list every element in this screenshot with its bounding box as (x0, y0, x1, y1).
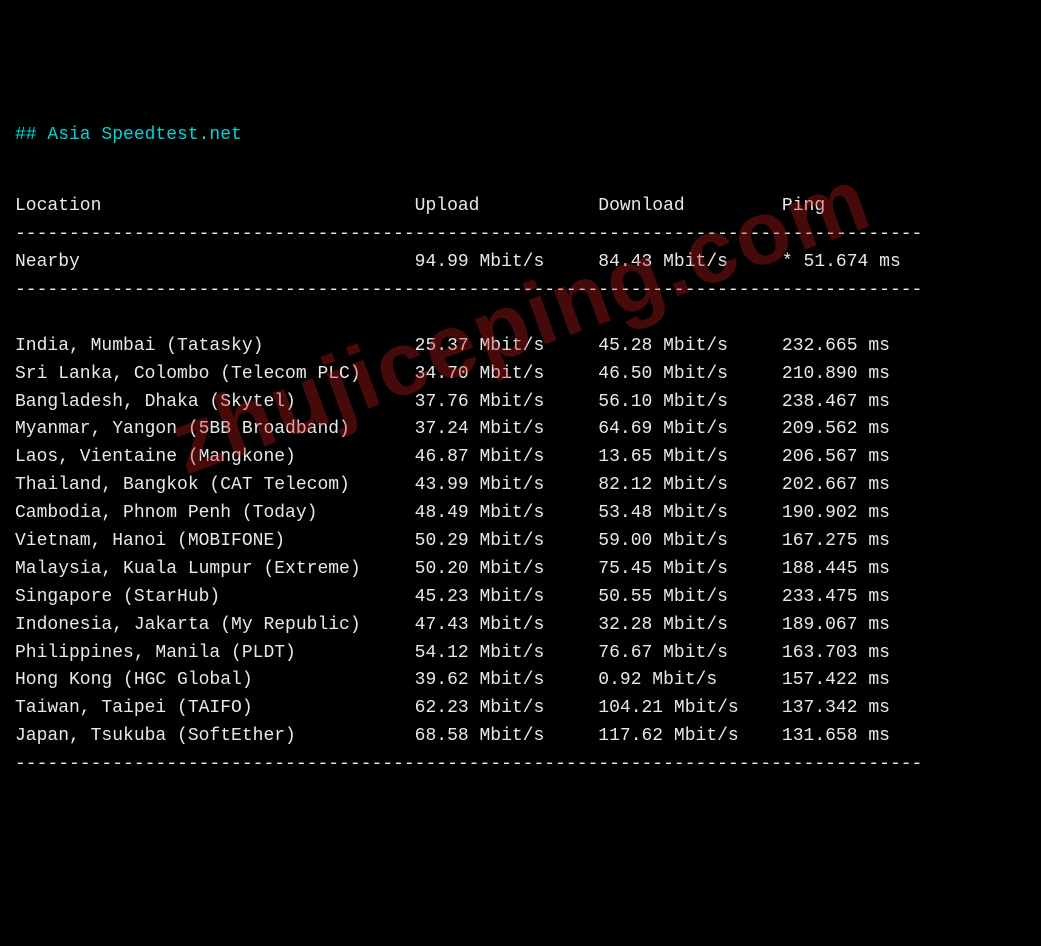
speedtest-table: Location Upload Download Ping-----------… (15, 193, 1026, 779)
table-row: Indonesia, Jakarta (My Republic) 47.43 M… (15, 612, 1026, 640)
table-row-nearby: Nearby 94.99 Mbit/s 84.43 Mbit/s * 51.67… (15, 249, 1026, 277)
table-row: Hong Kong (HGC Global) 39.62 Mbit/s 0.92… (15, 667, 1026, 695)
section-title: ## Asia Speedtest.net (15, 122, 1026, 150)
divider: ----------------------------------------… (15, 221, 1026, 249)
table-row: Cambodia, Phnom Penh (Today) 48.49 Mbit/… (15, 500, 1026, 528)
table-row: Laos, Vientaine (Mangkone) 46.87 Mbit/s … (15, 444, 1026, 472)
table-row: Thailand, Bangkok (CAT Telecom) 43.99 Mb… (15, 472, 1026, 500)
divider: ----------------------------------------… (15, 277, 1026, 305)
table-row: Singapore (StarHub) 45.23 Mbit/s 50.55 M… (15, 584, 1026, 612)
divider: ----------------------------------------… (15, 751, 1026, 779)
table-row: Japan, Tsukuba (SoftEther) 68.58 Mbit/s … (15, 723, 1026, 751)
table-row: Sri Lanka, Colombo (Telecom PLC) 34.70 M… (15, 361, 1026, 389)
table-row: Bangladesh, Dhaka (Skytel) 37.76 Mbit/s … (15, 389, 1026, 417)
table-row: Myanmar, Yangon (5BB Broadband) 37.24 Mb… (15, 416, 1026, 444)
table-row: Taiwan, Taipei (TAIFO) 62.23 Mbit/s 104.… (15, 695, 1026, 723)
table-row: India, Mumbai (Tatasky) 25.37 Mbit/s 45.… (15, 333, 1026, 361)
blank-line (15, 305, 1026, 333)
table-row-header: Location Upload Download Ping (15, 193, 1026, 221)
table-row: Malaysia, Kuala Lumpur (Extreme) 50.20 M… (15, 556, 1026, 584)
table-row: Vietnam, Hanoi (MOBIFONE) 50.29 Mbit/s 5… (15, 528, 1026, 556)
